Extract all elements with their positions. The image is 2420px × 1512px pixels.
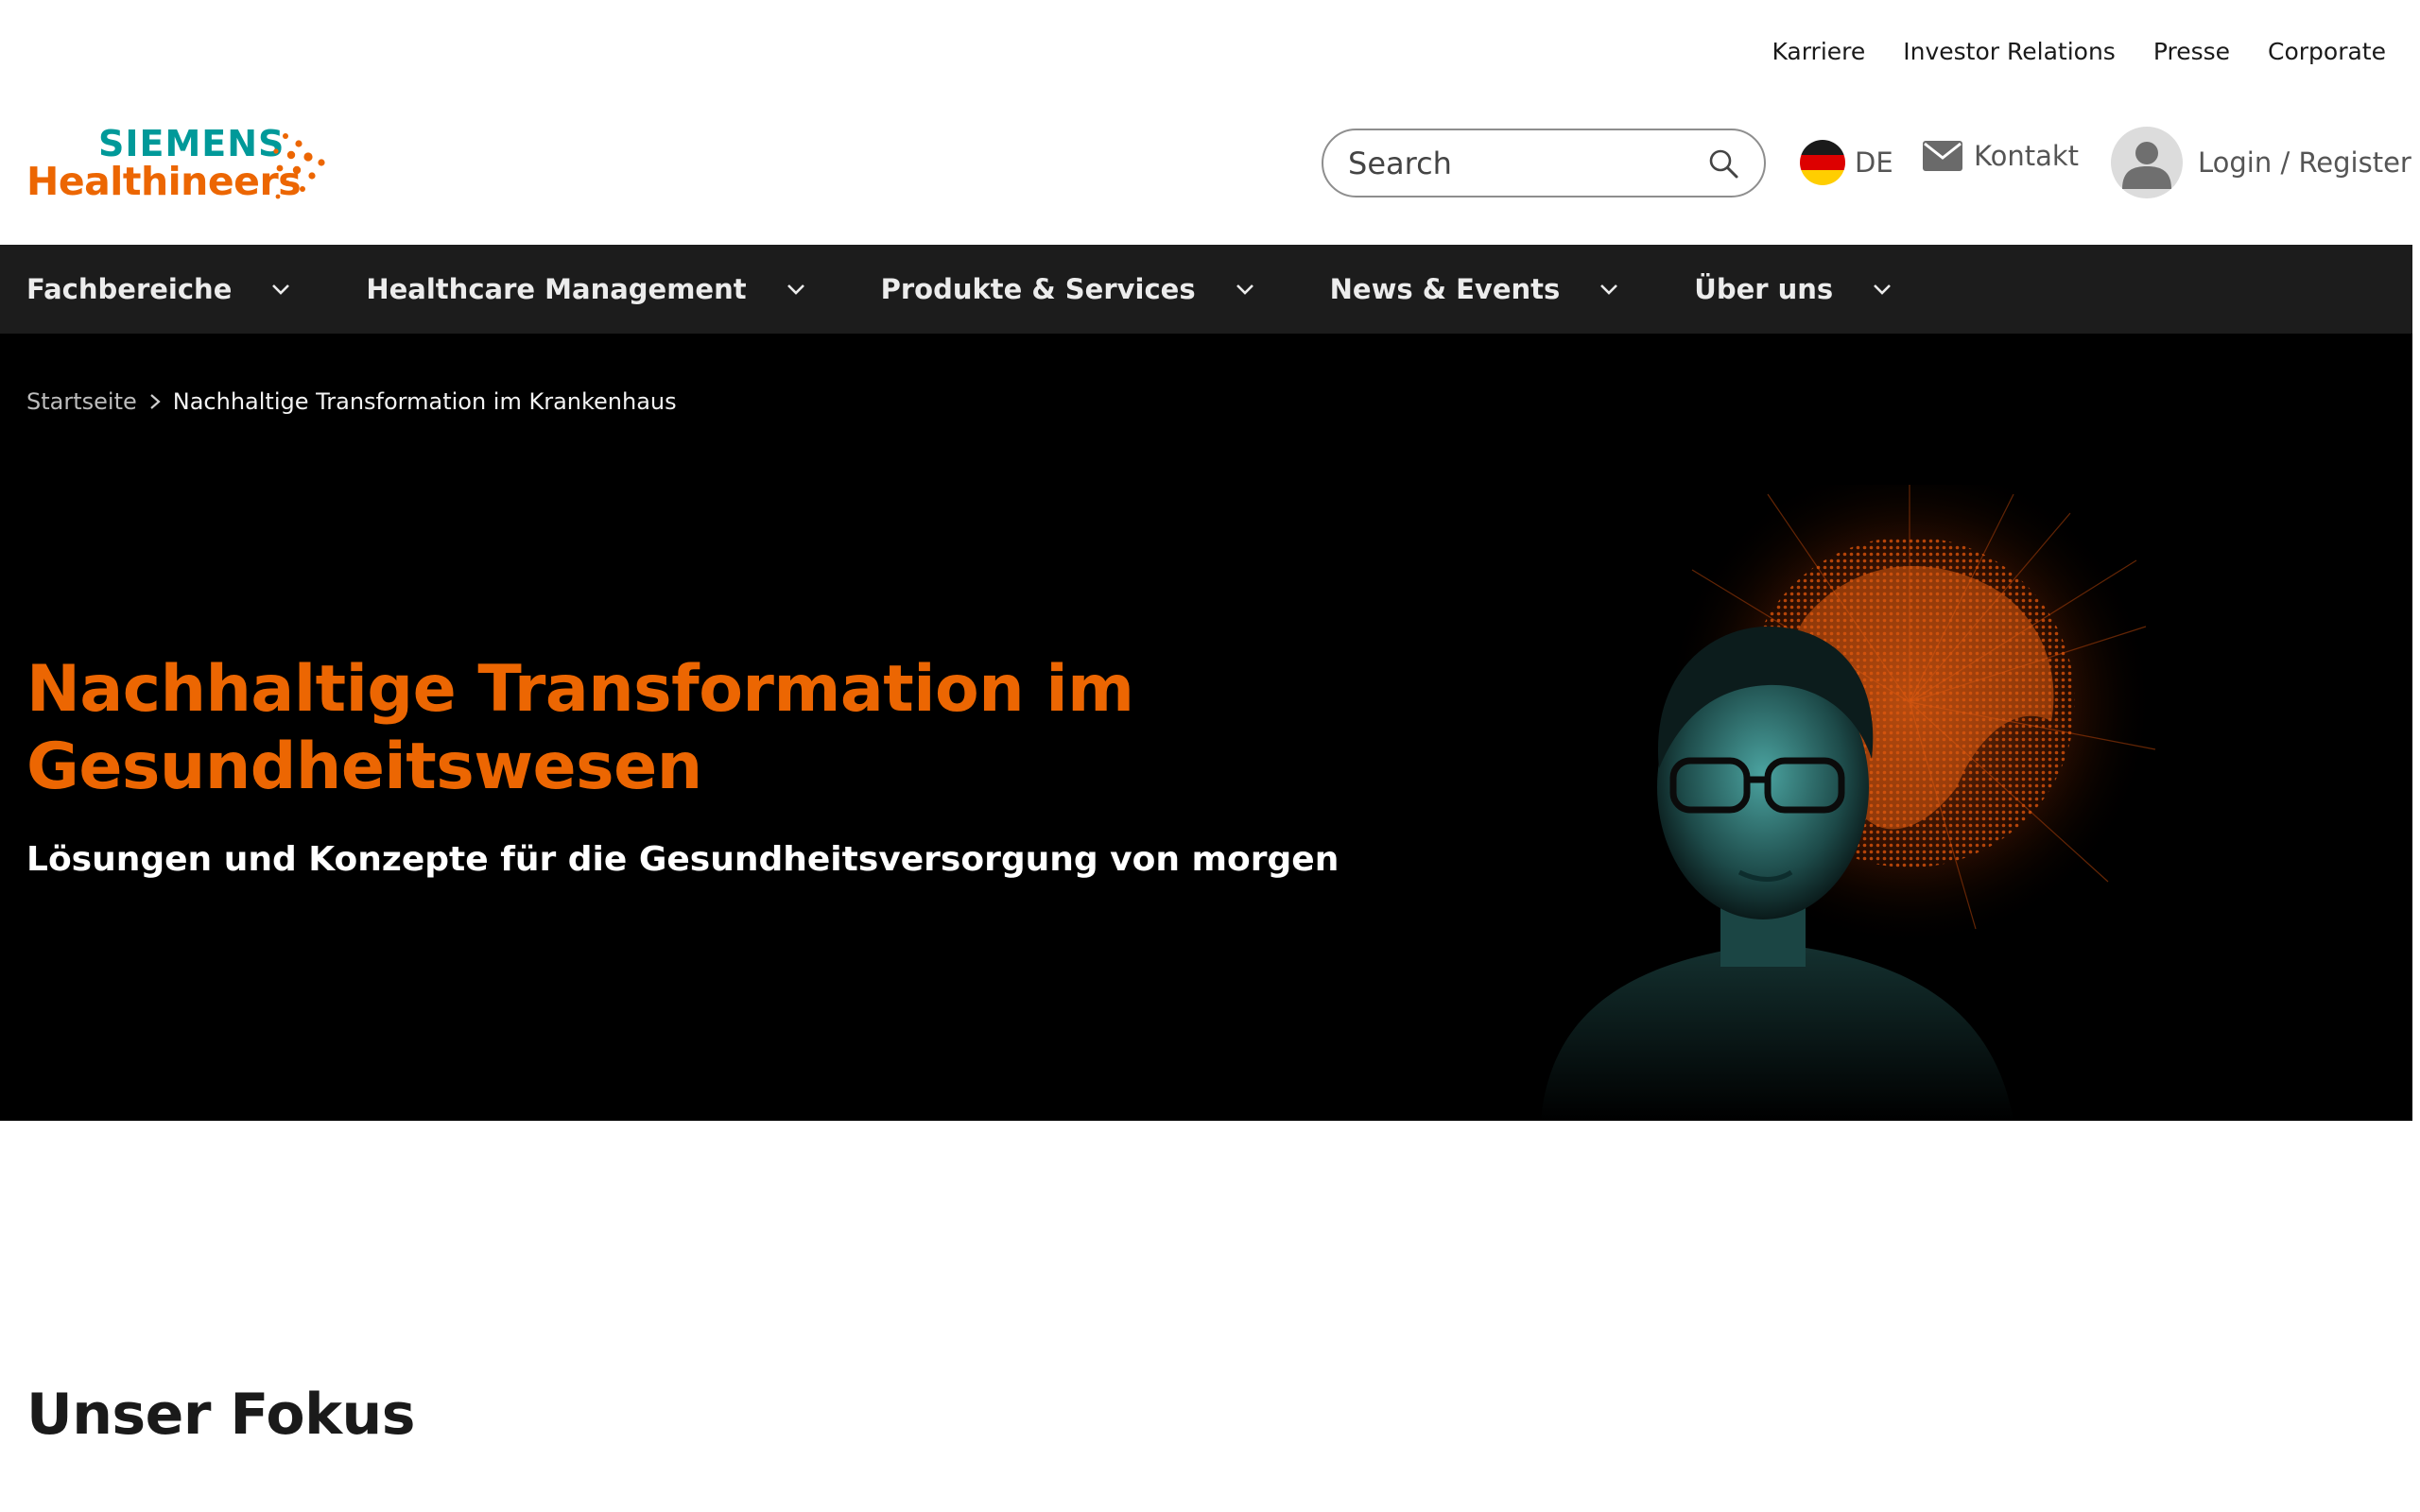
utility-link-investor-relations[interactable]: Investor Relations: [1903, 38, 2116, 65]
siemens-healthineers-logo[interactable]: SIEMENS Healthineers: [26, 123, 329, 208]
chevron-down-icon: [1236, 284, 1253, 295]
nav-item-label: News & Events: [1329, 273, 1561, 305]
nav-item-label: Fachbereiche: [26, 273, 233, 305]
hero-title-line-2: Gesundheitswesen: [26, 730, 702, 804]
hero-subtitle: Lösungen und Konzepte für die Gesundheit…: [26, 840, 1340, 879]
hero-portrait-globe-image: [1541, 485, 2156, 1121]
section-title: Unser Fokus: [26, 1382, 415, 1448]
search-box[interactable]: [1322, 129, 1766, 198]
hero-title: Nachhaltige Transformation im Gesundheit…: [26, 651, 1161, 806]
logo-wordmark-healthineers: Healthineers: [26, 159, 302, 204]
language-label: DE: [1855, 146, 1893, 179]
nav-item-produkte-services[interactable]: Produkte & Services: [881, 273, 1256, 305]
chevron-down-icon: [1600, 284, 1618, 295]
breadcrumb: Startseite Nachhaltige Transformation im…: [26, 388, 677, 415]
flag-de-icon: [1800, 140, 1845, 185]
search-input[interactable]: [1348, 145, 1707, 181]
login-register-label: Login / Register: [2198, 146, 2411, 179]
chevron-down-icon: [1874, 284, 1892, 295]
contact-link[interactable]: Kontakt: [1923, 140, 2079, 172]
nav-item-news-events[interactable]: News & Events: [1330, 273, 1621, 305]
nav-item-healthcare-management[interactable]: Healthcare Management: [366, 273, 806, 305]
breadcrumb-current: Nachhaltige Transformation im Krankenhau…: [172, 388, 677, 415]
nav-item-ueber-uns[interactable]: Über uns: [1694, 273, 1893, 305]
chevron-down-icon: [272, 284, 290, 295]
utility-link-karriere[interactable]: Karriere: [1772, 38, 1865, 65]
user-icon: [2111, 127, 2183, 198]
search-icon[interactable]: [1707, 147, 1739, 180]
nav-item-label: Über uns: [1694, 273, 1834, 305]
utility-link-corporate[interactable]: Corporate: [2268, 38, 2386, 65]
logo-dots-icon: [273, 133, 325, 199]
nav-item-fachbereiche[interactable]: Fachbereiche: [26, 273, 292, 305]
chevron-right-icon: [150, 394, 161, 409]
utility-link-presse[interactable]: Presse: [2153, 38, 2230, 65]
chevron-down-icon: [786, 284, 804, 295]
language-selector[interactable]: DE: [1800, 140, 1893, 185]
hero-banner: Startseite Nachhaltige Transformation im…: [0, 334, 2412, 1121]
utility-nav: Karriere Investor Relations Presse Corpo…: [1772, 38, 2386, 65]
nav-item-label: Healthcare Management: [366, 273, 747, 305]
nav-item-label: Produkte & Services: [880, 273, 1196, 305]
mail-icon: [1923, 141, 1962, 171]
login-register-link[interactable]: Login / Register: [2111, 127, 2411, 198]
main-nav: Fachbereiche Healthcare Management Produ…: [0, 245, 2412, 334]
hero-title-line-1: Nachhaltige Transformation im: [26, 652, 1134, 727]
contact-label: Kontakt: [1974, 140, 2080, 172]
breadcrumb-home-link[interactable]: Startseite: [26, 388, 137, 415]
